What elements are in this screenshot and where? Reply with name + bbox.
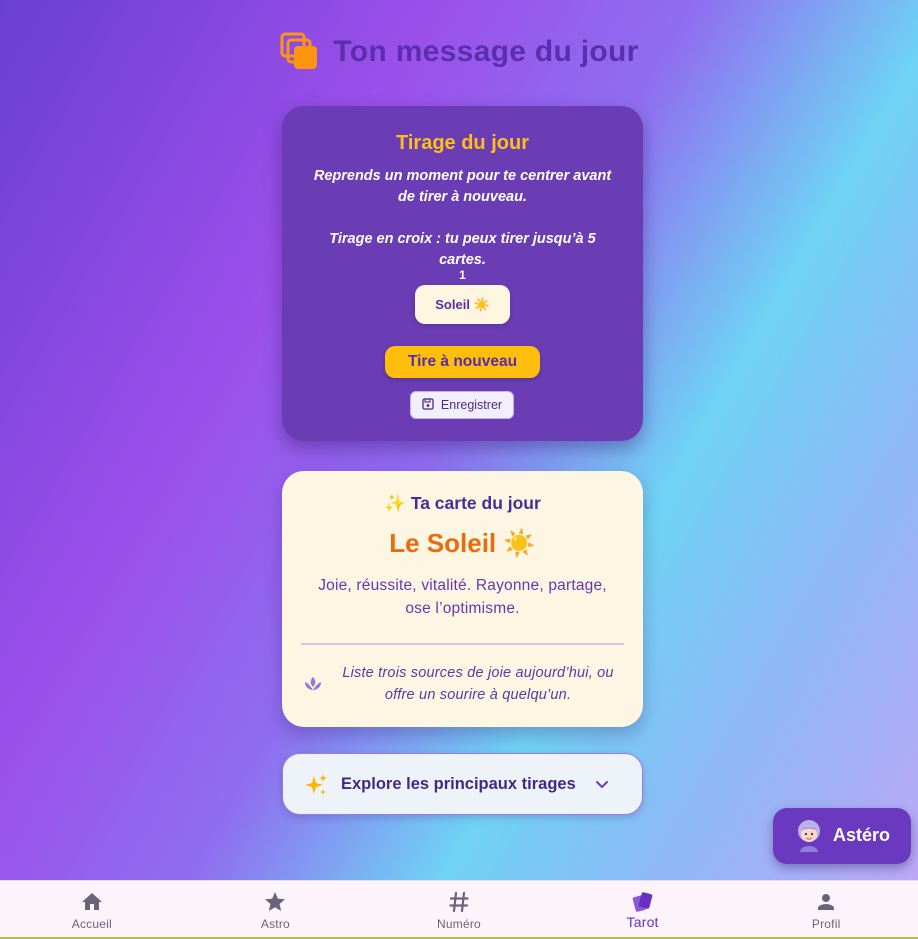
hash-icon (447, 890, 471, 914)
nav-label: Tarot (626, 914, 659, 930)
nav-label: Profil (811, 917, 841, 931)
nav-label: Accueil (71, 917, 112, 931)
star-icon (263, 890, 287, 914)
nav-item-accueil[interactable]: Accueil (0, 881, 184, 939)
nav-label: Astro (260, 917, 290, 931)
page-header: Ton message du jour (0, 30, 918, 74)
divider (301, 643, 624, 645)
chevron-down-icon (594, 776, 610, 792)
astero-avatar (793, 819, 825, 853)
tarot-cards-icon (631, 890, 655, 914)
explore-label: Explore les principaux tirages (341, 775, 576, 793)
day-card-description: Joie, réussite, vitalité. Rayonne, parta… (318, 577, 607, 617)
cards-stack-icon (279, 32, 319, 72)
nav-item-profil[interactable]: Profil (734, 881, 918, 939)
drawn-card-label: Soleil ☀️ (435, 296, 490, 312)
nav-item-astro[interactable]: Astro (184, 881, 368, 939)
day-card-tip: Liste trois sources de joie aujourd’hui,… (342, 665, 614, 703)
day-card-name: Le Soleil ☀️ (389, 528, 536, 558)
tirage-info: Tirage en croix : tu peux tirer jusqu’à … (329, 231, 596, 268)
save-button[interactable]: Enregistrer (410, 391, 514, 419)
day-card: ✨ Ta carte du jour Le Soleil ☀️ Joie, ré… (282, 471, 643, 727)
drawn-card-chip[interactable]: Soleil ☀️ (415, 285, 510, 324)
explore-spreads-toggle[interactable]: Explore les principaux tirages (282, 753, 643, 815)
person-icon (814, 890, 838, 914)
day-card-heading: ✨ Ta carte du jour (384, 493, 541, 513)
nav-item-numero[interactable]: Numéro (367, 881, 551, 939)
tirage-instruction: Reprends un moment pour te centrer avant… (313, 168, 612, 205)
save-label: Enregistrer (440, 398, 503, 412)
nav-item-tarot[interactable]: Tarot (551, 881, 735, 939)
bottom-navigation: Accueil Astro Numéro Tarot Profil (0, 880, 918, 939)
astero-assistant-button[interactable]: Astéro (773, 808, 911, 864)
page-title: Ton message du jour (333, 35, 639, 68)
drawn-card-number: 1 (459, 268, 466, 282)
save-icon (422, 397, 434, 413)
sparkles-icon (304, 773, 328, 797)
home-icon (80, 890, 104, 914)
redraw-button[interactable]: Tire à nouveau (385, 346, 540, 378)
lotus-icon (302, 674, 324, 694)
astero-label: Astéro (833, 825, 891, 845)
tirage-title: Tirage du jour (396, 132, 529, 154)
tirage-card: Tirage du jour Reprends un moment pour t… (282, 106, 643, 441)
nav-label: Numéro (437, 917, 481, 931)
